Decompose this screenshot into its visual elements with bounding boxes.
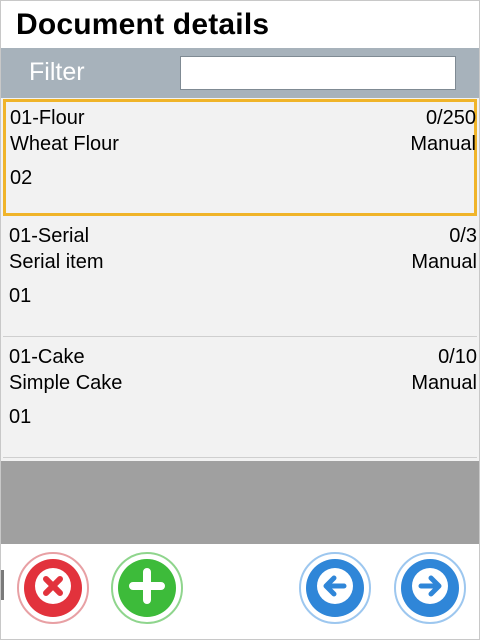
item-mode: Manual xyxy=(411,251,477,273)
cancel-button[interactable] xyxy=(17,552,89,624)
item-code: 01-Serial xyxy=(9,225,90,247)
item-quantity: 0/250 xyxy=(425,107,476,129)
item-code: 01-Cake xyxy=(9,346,85,368)
item-quantity: 0/3 xyxy=(449,225,477,247)
toolbar-edge-marker xyxy=(1,570,4,600)
next-button[interactable] xyxy=(394,552,466,624)
item-location: 01 xyxy=(9,285,32,307)
list-item[interactable]: 01-Flour 0/250 Wheat Flour Manual 02 xyxy=(3,99,477,216)
item-location: 01 xyxy=(9,406,32,428)
plus-icon xyxy=(127,566,167,611)
item-description: Wheat Flour xyxy=(10,133,119,155)
item-location: 02 xyxy=(10,167,33,189)
item-mode: Manual xyxy=(411,372,477,394)
add-button[interactable] xyxy=(111,552,183,624)
list-item[interactable]: 01-Cake 0/10 Simple Cake Manual 01 xyxy=(3,341,477,458)
arrow-left-icon xyxy=(316,567,354,610)
document-lines-list[interactable]: 01-Flour 0/250 Wheat Flour Manual 02 01-… xyxy=(1,98,479,461)
page-title: Document details xyxy=(16,8,270,41)
arrow-right-icon xyxy=(411,567,449,610)
bottom-toolbar xyxy=(1,544,479,638)
filter-label: Filter xyxy=(29,58,85,86)
item-description: Simple Cake xyxy=(9,372,123,394)
item-code: 01-Flour xyxy=(10,107,85,129)
close-icon xyxy=(34,567,72,610)
item-description: Serial item xyxy=(9,251,104,273)
filter-input[interactable] xyxy=(180,56,456,90)
list-item[interactable]: 01-Serial 0/3 Serial item Manual 01 xyxy=(3,220,477,337)
previous-button[interactable] xyxy=(299,552,371,624)
item-quantity: 0/10 xyxy=(438,346,477,368)
filter-bar: Filter xyxy=(1,48,479,98)
list-empty-area xyxy=(1,461,479,544)
item-mode: Manual xyxy=(410,133,476,155)
